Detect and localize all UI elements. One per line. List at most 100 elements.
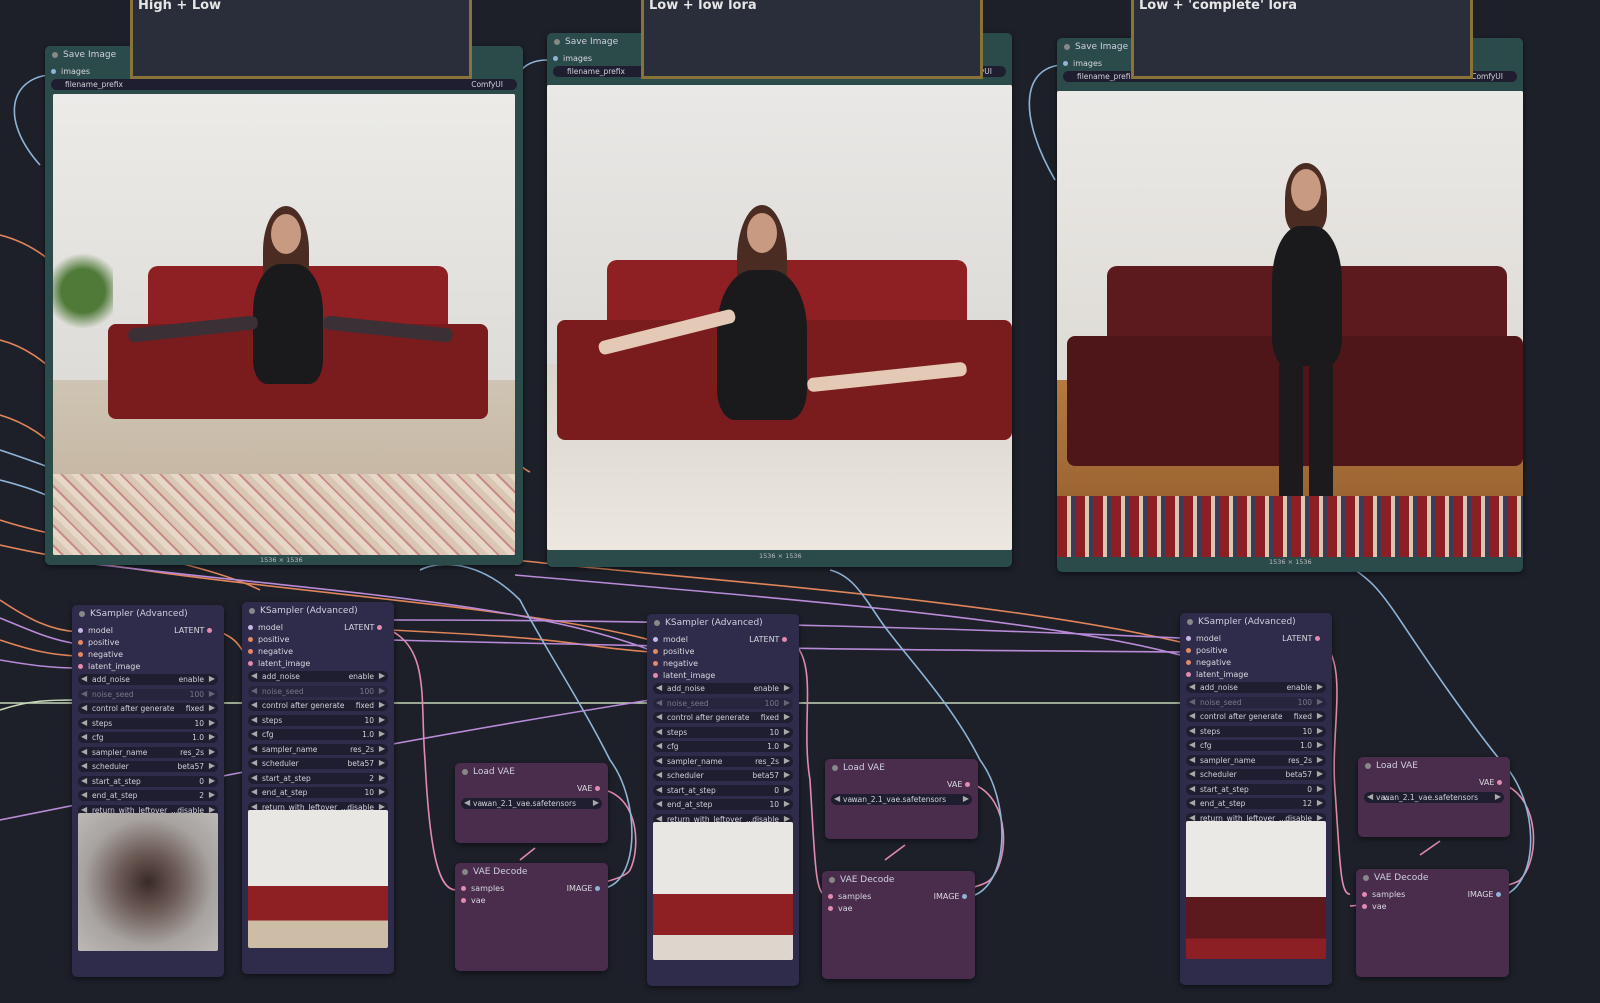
widget-control-after-generate[interactable]: ◀ control after generate fixed ▶ <box>248 700 388 711</box>
ksampler-node-2[interactable]: KSampler (Advanced) model positive negative… <box>242 602 394 974</box>
widget-end-at-step[interactable]: ◀ end_at_step 10 ▶ <box>248 787 388 798</box>
increment-arrow-icon: ▶ <box>378 671 385 680</box>
widget-steps[interactable]: ◀ steps 10 ▶ <box>653 726 793 738</box>
widget-label: steps <box>92 718 113 728</box>
widget-scheduler[interactable]: ◀ scheduler beta57 ▶ <box>653 770 793 781</box>
filename-prefix-widget[interactable]: filename_prefix ComfyUI <box>51 79 517 90</box>
label: positive <box>88 638 120 647</box>
ksampler-node-4[interactable]: KSampler (Advanced) model positive negative… <box>1180 613 1332 985</box>
label: images <box>1073 59 1103 68</box>
load-vae-node-2[interactable]: Load VAE VAE ◀ va... wan_2.1_vae.safetensor… <box>825 759 978 839</box>
decrement-arrow-icon: ◀ <box>81 732 88 741</box>
widget-sampler-name[interactable]: ◀ sampler_name res_2s ▶ <box>653 755 793 767</box>
output-latent[interactable]: LATENT <box>1282 634 1320 643</box>
widget-cfg[interactable]: ◀ cfg 1.0 ▶ <box>653 741 793 752</box>
widget-sampler-name[interactable]: ◀ sampler_name res_2s ▶ <box>248 743 388 755</box>
save-image-node-1[interactable]: Save Image images filename_prefix ComfyUI… <box>45 46 523 565</box>
widget-add-noise[interactable]: ◀ add_noise enable ▶ <box>248 671 388 682</box>
input-images[interactable]: images <box>1063 59 1102 68</box>
input-model[interactable]: model <box>78 626 113 635</box>
vae-decode-node-3[interactable]: VAE Decode samples vae IMAGE <box>1356 869 1509 977</box>
widget-cfg[interactable]: ◀ cfg 1.0 ▶ <box>1186 740 1326 751</box>
widget-end-at-step[interactable]: ◀ end_at_step 10 ▶ <box>653 799 793 810</box>
input-images[interactable]: images <box>51 67 90 76</box>
input-positive[interactable]: positive <box>653 647 694 656</box>
save-image-node-3[interactable]: Save Image images filename_prefix ComfyUI… <box>1057 38 1523 572</box>
widget-scheduler[interactable]: ◀ scheduler beta57 ▶ <box>78 761 218 772</box>
input-negative[interactable]: negative <box>653 659 698 668</box>
input-vae[interactable]: vae <box>1362 902 1387 911</box>
widget-add-noise[interactable]: ◀ add_noise enable ▶ <box>1186 682 1326 693</box>
widget-add-noise[interactable]: ◀ add_noise enable ▶ <box>653 683 793 694</box>
output-vae[interactable]: VAE <box>947 780 970 789</box>
input-positive[interactable]: positive <box>78 638 119 647</box>
load-vae-node-3[interactable]: Load VAE VAE ◀ va... wan_2.1_vae.safetensor… <box>1358 757 1510 837</box>
vae-name-widget[interactable]: ◀ va... wan_2.1_vae.safetensors ▶ <box>461 798 602 809</box>
widget-noise-seed[interactable]: ◀ noise_seed 100 ▶ <box>78 688 218 700</box>
input-positive[interactable]: positive <box>1186 646 1227 655</box>
widget-noise-seed[interactable]: ◀ noise_seed 100 ▶ <box>653 697 793 709</box>
input-samples[interactable]: samples <box>1362 890 1405 899</box>
widget-noise-seed[interactable]: ◀ noise_seed 100 ▶ <box>248 685 388 697</box>
input-vae[interactable]: vae <box>828 904 853 913</box>
widget-start-at-step[interactable]: ◀ start_at_step 0 ▶ <box>653 784 793 796</box>
input-latent-image[interactable]: latent_image <box>653 671 715 680</box>
vae-name-widget[interactable]: ◀ va... wan_2.1_vae.safetensors ▶ <box>1364 792 1504 803</box>
vae-decode-node-2[interactable]: VAE Decode samples vae IMAGE <box>822 871 975 979</box>
widget-steps[interactable]: ◀ steps 10 ▶ <box>1186 725 1326 737</box>
widget-noise-seed[interactable]: ◀ noise_seed 100 ▶ <box>1186 696 1326 708</box>
label <box>253 264 323 384</box>
input-latent-image[interactable]: latent_image <box>1186 670 1248 679</box>
widget-cfg[interactable]: ◀ cfg 1.0 ▶ <box>78 732 218 743</box>
widget-sampler-name[interactable]: ◀ sampler_name res_2s ▶ <box>78 746 218 758</box>
group-low-low-lora[interactable]: Low + low lora <box>641 0 983 79</box>
widget-control-after-generate[interactable]: ◀ control after generate fixed ▶ <box>1186 711 1326 722</box>
group-high-low[interactable]: High + Low <box>130 0 472 79</box>
widget-scheduler[interactable]: ◀ scheduler beta57 ▶ <box>1186 769 1326 780</box>
output-vae[interactable]: VAE <box>577 784 600 793</box>
ksampler-node-3[interactable]: KSampler (Advanced) model positive negative… <box>647 614 799 986</box>
widget-start-at-step[interactable]: ◀ start_at_step 0 ▶ <box>1186 783 1326 795</box>
input-model[interactable]: model <box>248 623 283 632</box>
output-vae[interactable]: VAE <box>1479 778 1502 787</box>
widget-label: steps <box>667 727 688 737</box>
input-samples[interactable]: samples <box>461 884 504 893</box>
input-model[interactable]: model <box>653 635 688 644</box>
input-model[interactable]: model <box>1186 634 1221 643</box>
widget-scheduler[interactable]: ◀ scheduler beta57 ▶ <box>248 758 388 769</box>
output-image[interactable]: IMAGE <box>567 884 600 893</box>
output-latent[interactable]: LATENT <box>749 635 787 644</box>
vae-decode-node-1[interactable]: VAE Decode samples vae IMAGE <box>455 863 608 971</box>
group-low-complete-lora[interactable]: Low + 'complete' lora <box>1131 0 1473 79</box>
widget-control-after-generate[interactable]: ◀ control after generate fixed ▶ <box>78 703 218 714</box>
output-image[interactable]: IMAGE <box>934 892 967 901</box>
widget-label: noise_seed <box>1200 697 1242 707</box>
input-latent-image[interactable]: latent_image <box>78 662 140 671</box>
vae-name-widget[interactable]: ◀ va... wan_2.1_vae.safetensors ▶ <box>831 794 972 805</box>
input-positive[interactable]: positive <box>248 635 289 644</box>
input-negative[interactable]: negative <box>78 650 123 659</box>
input-negative[interactable]: negative <box>248 647 293 656</box>
widget-start-at-step[interactable]: ◀ start_at_step 0 ▶ <box>78 775 218 787</box>
widget-steps[interactable]: ◀ steps 10 ▶ <box>248 714 388 726</box>
widget-steps[interactable]: ◀ steps 10 ▶ <box>78 717 218 729</box>
load-vae-node-1[interactable]: Load VAE VAE ◀ va... wan_2.1_vae.safetensor… <box>455 763 608 843</box>
input-samples[interactable]: samples <box>828 892 871 901</box>
widget-add-noise[interactable]: ◀ add_noise enable ▶ <box>78 674 218 685</box>
input-negative[interactable]: negative <box>1186 658 1231 667</box>
widget-control-after-generate[interactable]: ◀ control after generate fixed ▶ <box>653 712 793 723</box>
output-image[interactable]: IMAGE <box>1468 890 1501 899</box>
widget-end-at-step[interactable]: ◀ end_at_step 2 ▶ <box>78 790 218 801</box>
input-latent-image[interactable]: latent_image <box>248 659 310 668</box>
save-image-node-2[interactable]: Save Image images filename_prefix lyUI 15… <box>547 33 1012 567</box>
widget-end-at-step[interactable]: ◀ end_at_step 12 ▶ <box>1186 798 1326 809</box>
widget-sampler-name[interactable]: ◀ sampler_name res_2s ▶ <box>1186 754 1326 766</box>
input-vae[interactable]: vae <box>461 896 486 905</box>
widget-start-at-step[interactable]: ◀ start_at_step 2 ▶ <box>248 772 388 784</box>
input-images[interactable]: images <box>553 54 592 63</box>
output-latent[interactable]: LATENT <box>344 623 382 632</box>
widget-cfg[interactable]: ◀ cfg 1.0 ▶ <box>248 729 388 740</box>
slot-dot <box>377 625 382 630</box>
output-latent[interactable]: LATENT <box>174 626 212 635</box>
ksampler-node-1[interactable]: KSampler (Advanced) model positive negative… <box>72 605 224 977</box>
